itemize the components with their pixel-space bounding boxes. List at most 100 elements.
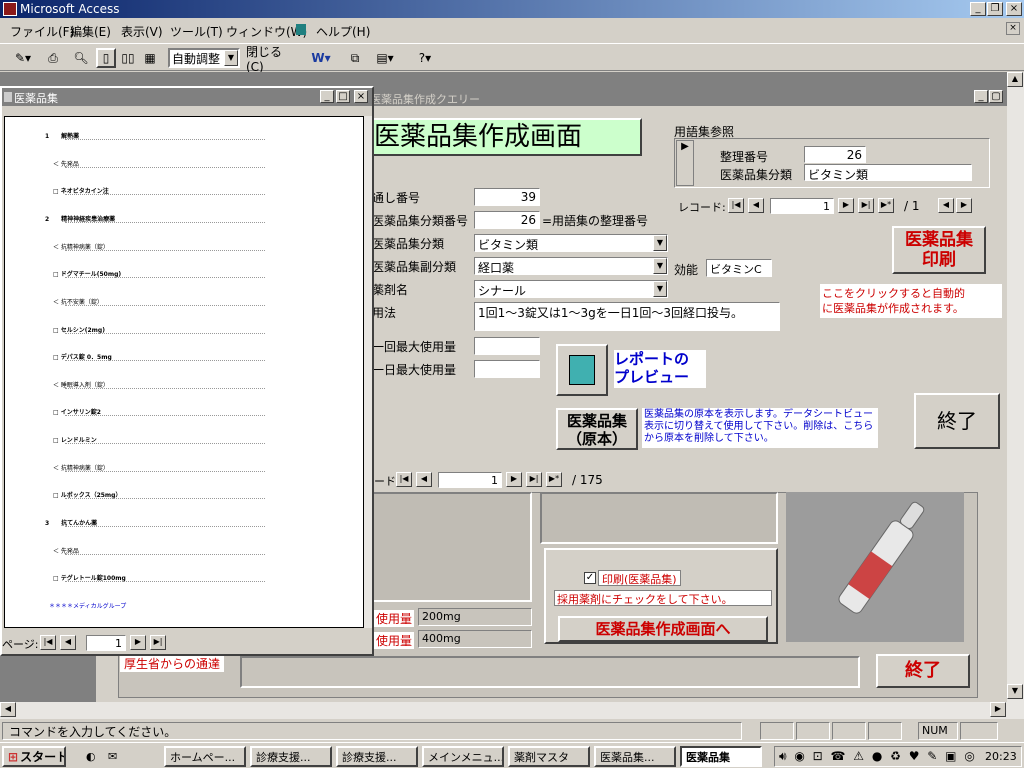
menu-close-button[interactable]: × (1006, 22, 1020, 35)
ref-new-record-button[interactable]: ▶* (878, 198, 894, 213)
menu-edit[interactable]: 編集(E) (70, 23, 111, 40)
print-checkbox[interactable]: ✓ (584, 572, 596, 584)
zoom-select[interactable]: 自動調整 ▼ (168, 48, 240, 68)
report-line-detail (65, 221, 265, 226)
one-page-icon[interactable]: ▯ (96, 48, 116, 68)
task-collection-active[interactable]: 医薬品集 (680, 746, 762, 767)
ref-record-field[interactable]: 1 (770, 198, 834, 214)
last-page-button[interactable]: ▶| (150, 635, 166, 650)
usage-field[interactable]: 1回1～3錠又は1～3gを一日1回～3回経口投与。 (474, 302, 780, 331)
scroll-left-button[interactable]: ◀ (0, 702, 16, 717)
windows-logo-icon: ⊞ (8, 749, 19, 764)
word-export-icon[interactable]: W▾ (306, 48, 336, 68)
task-support-2[interactable]: 診療支援... (336, 746, 418, 767)
exit-button[interactable]: 終了 (914, 393, 1000, 449)
page-number-field[interactable]: 1 (86, 635, 126, 651)
print-collection-button[interactable]: 医薬品集 印刷 (892, 226, 986, 274)
query-window-title: 医薬品集作成クエリー (370, 93, 480, 106)
query-restore-button[interactable]: ▢ (989, 90, 1003, 103)
new-record-button[interactable]: ▶* (546, 472, 562, 487)
quicklaunch-ie-icon[interactable]: ◐ (82, 746, 102, 767)
prev-page-button[interactable]: ◀ (60, 635, 76, 650)
preview-minimize-button[interactable]: _ (320, 90, 334, 103)
ref-first-record-button[interactable]: |◀ (728, 198, 744, 213)
database-window-icon[interactable]: ⧉ (344, 48, 366, 68)
prev-record-button[interactable]: ◀ (416, 472, 432, 487)
first-page-button[interactable]: |◀ (40, 635, 56, 650)
system-tray: 🔊︎ ◉ ⊡ ☎ ⚠ ● ♻ ♥ ✎ ▣ ◎ 20:23 (774, 746, 1022, 767)
mdi-vertical-scrollbar[interactable]: ▲ ▼ (1007, 72, 1024, 705)
task-support-1[interactable]: 診療支援... (250, 746, 332, 767)
ref-scroll-right-button[interactable]: ▶ (956, 198, 972, 213)
goto-form-button[interactable]: 医薬品集作成画面へ (558, 616, 768, 642)
status-panel-3 (832, 722, 866, 740)
task-homepage[interactable]: ホームペー... (164, 746, 246, 767)
ref-category-field[interactable]: ビタミン類 (804, 164, 972, 181)
ref-number-field[interactable]: 26 (804, 146, 866, 163)
zoom-icon[interactable]: 🔍︎ (70, 48, 92, 68)
task-main-menu[interactable]: メインメニュ... (422, 746, 504, 767)
memo-box-left (372, 492, 532, 602)
scroll-right-button[interactable]: ▶ (990, 702, 1006, 717)
ref-prev-record-button[interactable]: ◀ (748, 198, 764, 213)
ref-last-record-button[interactable]: ▶| (858, 198, 874, 213)
query-minimize-button[interactable]: _ (974, 90, 988, 103)
preview-maximize-button[interactable]: □ (336, 90, 350, 103)
usage2-field[interactable]: 400mg (418, 630, 532, 648)
task-label: メインメニュ... (428, 750, 504, 764)
report-line-detail (65, 139, 265, 143)
new-object-icon[interactable]: ▤▾ (370, 48, 400, 68)
drug-select[interactable]: シナール ▼ (474, 280, 668, 298)
last-record-button[interactable]: ▶| (526, 472, 542, 487)
mdi-horizontal-scrollbar[interactable]: ◀ ▶ (0, 702, 1024, 719)
first-record-button[interactable]: |◀ (396, 472, 412, 487)
lower-exit-button[interactable]: 終了 (876, 654, 970, 688)
report-line-detail (65, 249, 265, 254)
print-icon[interactable]: ⎙ (42, 48, 64, 68)
multiple-pages-icon[interactable]: ▦ (140, 48, 160, 68)
cat-select[interactable]: ビタミン類 ▼ (474, 234, 668, 252)
print-check-label: 印刷(医薬品集) (598, 570, 681, 586)
close-button[interactable]: × (1006, 2, 1022, 16)
tray-icons[interactable]: 🔊︎ ◉ ⊡ ☎ ⚠ ● ♻ ♥ ✎ ▣ ◎ (779, 749, 977, 764)
quicklaunch-outlook-icon[interactable]: ✉ (104, 746, 124, 767)
preview-vscroll[interactable] (364, 116, 372, 628)
close-preview-button[interactable]: 閉じる(C) (246, 45, 298, 74)
menu-view[interactable]: 表示(V) (121, 23, 163, 40)
subcat-select[interactable]: 経口薬 ▼ (474, 257, 668, 275)
next-record-button[interactable]: ▶ (506, 472, 522, 487)
record-number-field[interactable]: 1 (438, 472, 502, 488)
zoom-select-value: 自動調整 (172, 51, 221, 66)
usage1-field[interactable]: 200mg (418, 608, 532, 626)
catno-label: 医薬品集分類番号 (372, 214, 469, 228)
menu-help[interactable]: ヘルプ(H) (316, 23, 370, 40)
two-pages-icon[interactable]: ▯▯ (118, 48, 138, 68)
task-collection-1[interactable]: 医薬品集... (594, 746, 676, 767)
notice-field[interactable] (240, 656, 860, 688)
original-collection-button[interactable]: 医薬品集 （原本） (556, 408, 638, 450)
next-page-button[interactable]: ▶ (130, 635, 146, 650)
restore-button[interactable]: ❐ (987, 2, 1003, 16)
record-selector-icon[interactable]: ▶ (676, 140, 694, 186)
report-preview-button[interactable] (556, 344, 608, 396)
start-button[interactable]: ⊞ スタート (2, 746, 66, 767)
task-label: 診療支援... (342, 750, 397, 764)
serial-field[interactable]: 39 (474, 188, 540, 206)
max-once-field[interactable] (474, 337, 540, 355)
menu-tools[interactable]: ツール(T) (170, 23, 223, 40)
ref-next-record-button[interactable]: ▶ (838, 198, 854, 213)
max-day-field[interactable] (474, 360, 540, 378)
preview-close-button[interactable]: × (354, 90, 368, 103)
minimize-button[interactable]: _ (970, 2, 986, 16)
catno-field[interactable]: 26 (474, 211, 540, 229)
menu-file[interactable]: ファイル(F) (10, 23, 74, 40)
scroll-down-button[interactable]: ▼ (1007, 684, 1023, 699)
ref-scroll-left-button[interactable]: ◀ (938, 198, 954, 213)
notice-label: 厚生省からの通達 (120, 654, 225, 672)
design-view-icon[interactable]: ✎▾ (8, 48, 38, 68)
help-icon[interactable]: ?▾ (410, 48, 440, 68)
drug-photo (786, 492, 964, 642)
scroll-up-button[interactable]: ▲ (1007, 72, 1023, 87)
task-drug-master[interactable]: 薬剤マスタ (508, 746, 590, 767)
effect-field[interactable]: ビタミンC (706, 259, 772, 277)
